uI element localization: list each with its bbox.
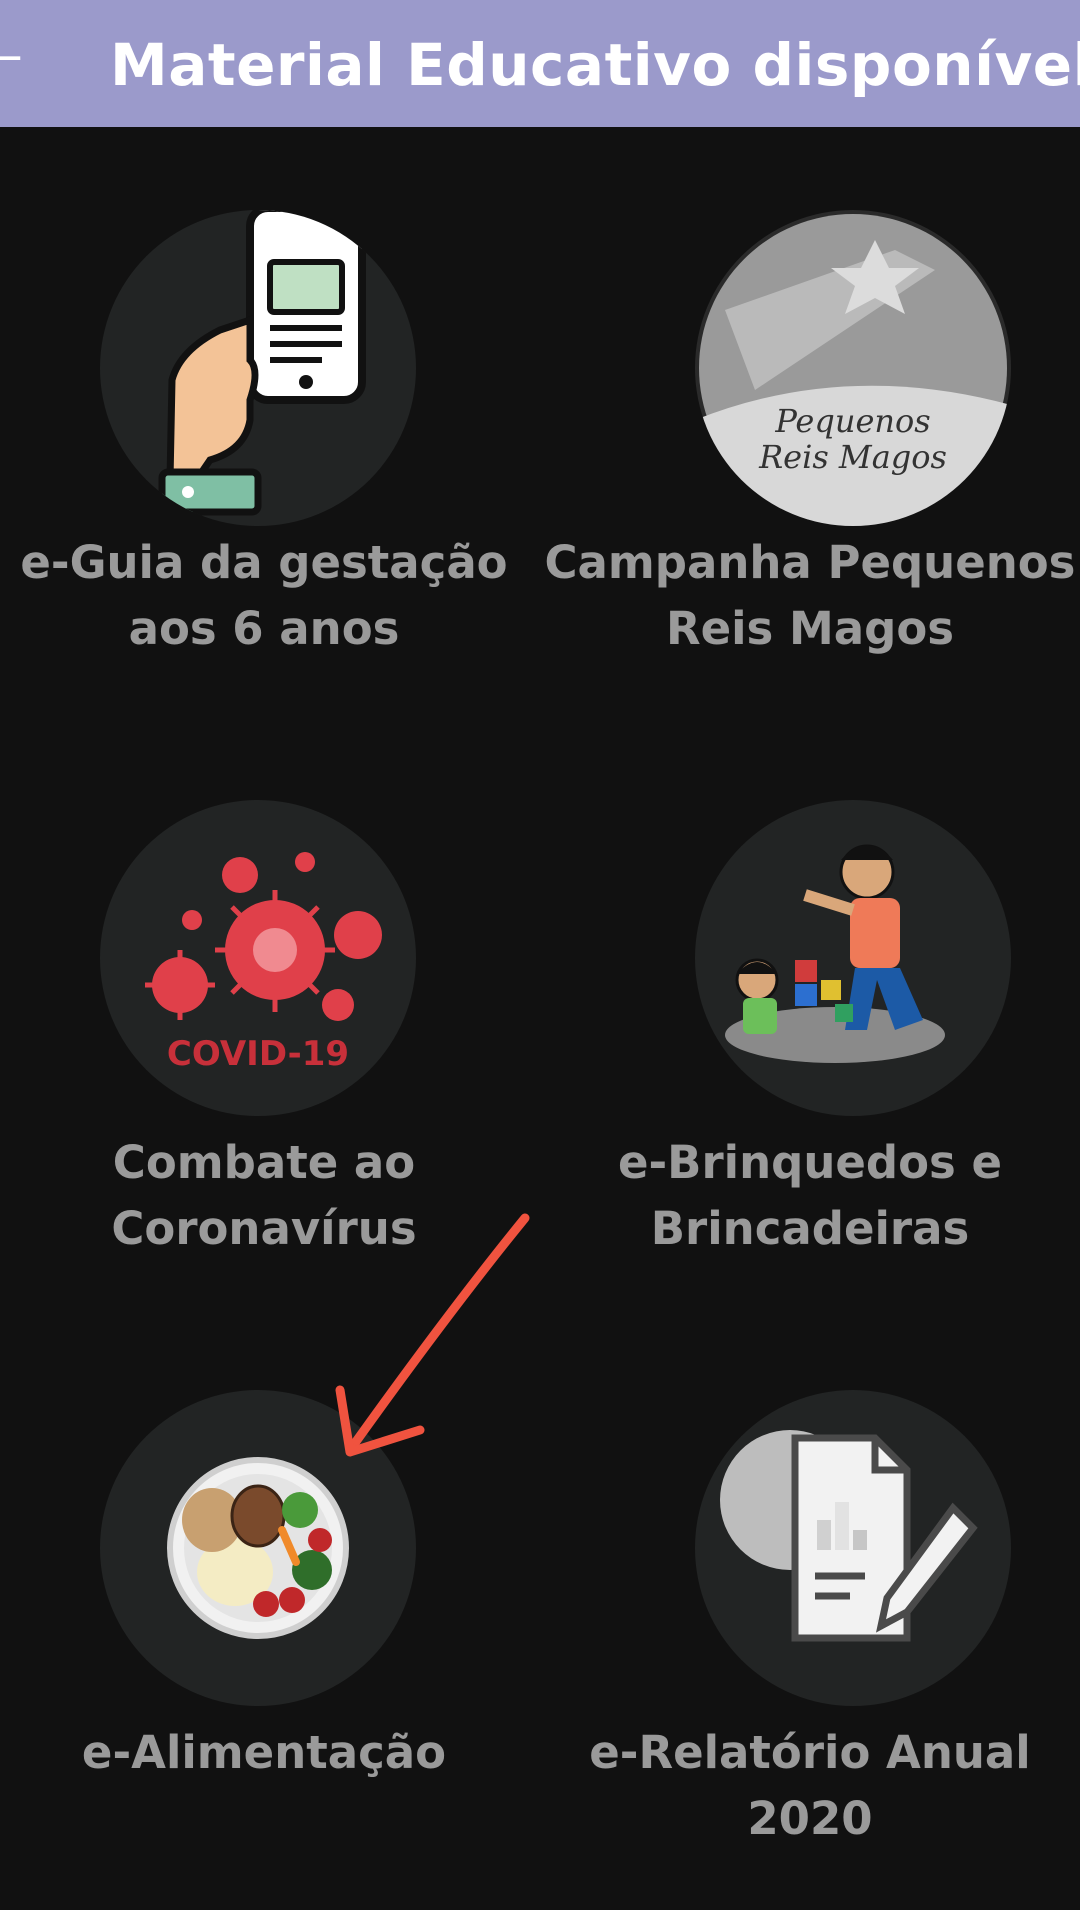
tile-label: e-Relatório Anual 2020 xyxy=(589,1726,1031,1845)
tile-label: Campanha Pequenos Reis Magos xyxy=(544,536,1076,655)
report-pencil-icon xyxy=(695,1390,1011,1706)
tile-e-guia[interactable]: e-Guia da gestação aos 6 anos xyxy=(0,160,540,720)
tile-label: e-Guia da gestação aos 6 anos xyxy=(20,536,508,655)
covid-logo-text: COVID-19 xyxy=(167,1034,349,1074)
tile-label: e-Brinquedos e Brincadeiras xyxy=(617,1136,1003,1255)
red-arrow-annotation xyxy=(335,1213,530,1457)
children-playing-icon xyxy=(695,800,1011,1116)
tile-campanha-pequenos-reis-magos[interactable]: Pequenos Reis Magos Campanha Pequenos Re… xyxy=(540,160,1080,720)
tile-e-brinquedos[interactable]: e-Brinquedos e Brincadeiras xyxy=(540,750,1080,1310)
app-bar: ← Material Educativo disponível xyxy=(0,0,1080,127)
phone-in-hand-icon xyxy=(100,210,416,526)
arrow-left-icon[interactable]: ← xyxy=(0,36,26,80)
tile-e-relatorio[interactable]: e-Relatório Anual 2020 xyxy=(540,1340,1080,1900)
svg-text:Reis Magos: Reis Magos xyxy=(758,438,947,476)
tile-label: e-Alimentação xyxy=(81,1726,447,1779)
page-title: Material Educativo disponível xyxy=(110,31,1080,99)
virus-icon: COVID-19 xyxy=(100,800,416,1116)
campaign-logo-text: Pequenos xyxy=(774,402,930,440)
star-banner-icon: Pequenos Reis Magos xyxy=(695,210,1011,526)
